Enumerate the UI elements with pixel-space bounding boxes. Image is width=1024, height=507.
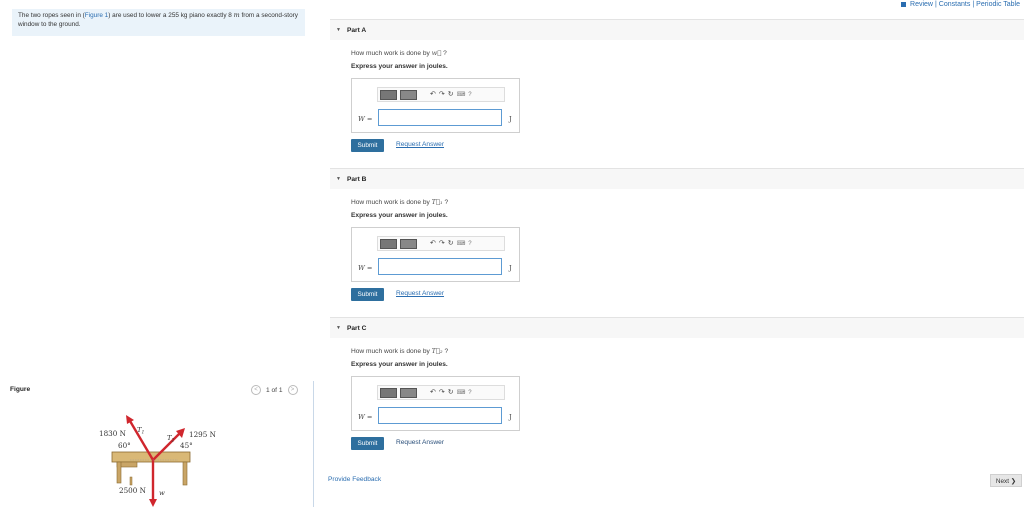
piano-figure: 1830 N 60° T1 T2 1295 N 45° 2500 N w <box>99 415 216 507</box>
problem-statement: The two ropes seen in (Figure 1) are use… <box>12 9 305 36</box>
part-c-header[interactable]: ▼ Part C <box>330 317 1024 338</box>
reset-icon[interactable]: ↻ <box>448 240 454 247</box>
piano-leg-left <box>116 461 122 484</box>
part-c-answer-box: ↶ ↷ ↻ ⌨ ? W = J <box>351 376 520 431</box>
constants-link[interactable]: Constants <box>939 1 971 8</box>
template-button[interactable] <box>380 387 397 398</box>
provide-feedback-link[interactable]: Provide Feedback <box>328 476 381 483</box>
part-b-answer-box: ↶ ↷ ↻ ⌨ ? W = J <box>351 227 520 282</box>
t1-angle-label: 60° <box>118 441 131 450</box>
t2-angle-label: 45° <box>180 441 193 450</box>
part-a-request-answer-link[interactable]: Request Answer <box>396 141 444 148</box>
undo-icon[interactable]: ↶ <box>430 240 436 247</box>
w-arrowhead <box>149 499 157 507</box>
part-b-request-answer-link[interactable]: Request Answer <box>396 290 444 297</box>
reset-icon[interactable]: ↻ <box>448 91 454 98</box>
template-button[interactable] <box>380 238 397 249</box>
next-figure-button[interactable]: > <box>287 385 298 395</box>
w-symbol: w <box>159 489 165 497</box>
part-b-answer-input[interactable] <box>378 258 502 275</box>
part-a-question: How much work is done by w⃗ ? <box>351 49 447 57</box>
weight-label: 2500 N <box>119 486 146 495</box>
undo-icon[interactable]: ↶ <box>430 389 436 396</box>
figure-label: Figure <box>10 386 31 393</box>
reset-icon[interactable]: ↻ <box>448 389 454 396</box>
part-a-var-label: W = <box>358 115 373 123</box>
piano-leg-right <box>182 461 188 486</box>
part-c-var-label: W = <box>358 413 373 421</box>
pager-text: 1 of 1 <box>266 386 283 394</box>
keyboard-icon[interactable]: ⌨ <box>457 92 466 98</box>
symbol-button[interactable] <box>400 238 417 249</box>
page: Review | Constants | Periodic Table The … <box>0 0 1024 507</box>
part-a-answer-box: ↶ ↷ ↻ ⌨ ? W = J <box>351 78 520 133</box>
periodic-table-link[interactable]: Periodic Table <box>976 1 1020 8</box>
part-c-submit-button[interactable]: Submit <box>351 437 384 450</box>
help-icon[interactable]: ? <box>468 92 471 98</box>
next-button[interactable]: Next ❯ <box>990 474 1022 487</box>
panel-divider <box>313 381 314 507</box>
math-toolbar: ↶ ↷ ↻ ⌨ ? <box>377 87 505 102</box>
part-c-express: Express your answer in joules. <box>351 361 448 368</box>
figure-link[interactable]: Figure 1 <box>85 12 108 19</box>
caret-down-icon: ▼ <box>336 325 341 331</box>
part-a-header[interactable]: ▼ Part A <box>330 19 1024 40</box>
t2-symbol: T2 <box>167 434 175 444</box>
part-c-unit-label: J <box>509 413 512 421</box>
t2-force-label: 1295 N <box>189 430 216 439</box>
help-icon[interactable]: ? <box>468 390 471 396</box>
help-icon[interactable]: ? <box>468 241 471 247</box>
symbol-button[interactable] <box>400 387 417 398</box>
caret-down-icon: ▼ <box>336 27 341 33</box>
part-b-express: Express your answer in joules. <box>351 212 448 219</box>
part-a-submit-button[interactable]: Submit <box>351 139 384 152</box>
review-link[interactable]: Review <box>910 1 933 8</box>
part-b: ▼ Part B How much work is done by T⃗₁ ? … <box>330 168 1024 318</box>
caret-down-icon: ▼ <box>336 176 341 182</box>
part-c: ▼ Part C How much work is done by T⃗₂ ? … <box>330 317 1024 467</box>
part-a-unit-label: J <box>509 115 512 123</box>
part-c-answer-input[interactable] <box>378 407 502 424</box>
keyboard-icon[interactable]: ⌨ <box>457 390 466 396</box>
math-toolbar: ↶ ↷ ↻ ⌨ ? <box>377 236 505 251</box>
part-a-answer-input[interactable] <box>378 109 502 126</box>
redo-icon[interactable]: ↷ <box>439 240 445 247</box>
redo-icon[interactable]: ↷ <box>439 389 445 396</box>
part-b-question: How much work is done by T⃗₁ ? <box>351 198 449 206</box>
t1-force-label: 1830 N <box>99 429 126 438</box>
template-button[interactable] <box>380 89 397 100</box>
part-b-submit-button[interactable]: Submit <box>351 288 384 301</box>
prev-figure-button[interactable]: < <box>251 385 261 395</box>
review-icon <box>901 2 907 7</box>
redo-icon[interactable]: ↷ <box>439 91 445 98</box>
part-c-request-answer-link[interactable]: Request Answer <box>396 439 444 446</box>
part-a-express: Express your answer in joules. <box>351 63 448 70</box>
part-b-unit-label: J <box>509 264 512 272</box>
top-links: Review | Constants | Periodic Table <box>901 1 1020 8</box>
keyboard-icon[interactable]: ⌨ <box>457 241 466 247</box>
math-toolbar: ↶ ↷ ↻ ⌨ ? <box>377 385 505 400</box>
part-b-var-label: W = <box>358 264 373 272</box>
part-a: ▼ Part A How much work is done by w⃗ ? E… <box>330 19 1024 169</box>
piano-pedal <box>129 476 133 486</box>
undo-icon[interactable]: ↶ <box>430 91 436 98</box>
figure-pager: < 1 of 1 > <box>251 385 298 395</box>
part-c-question: How much work is done by T⃗₂ ? <box>351 347 449 355</box>
part-b-header[interactable]: ▼ Part B <box>330 168 1024 189</box>
symbol-button[interactable] <box>400 89 417 100</box>
